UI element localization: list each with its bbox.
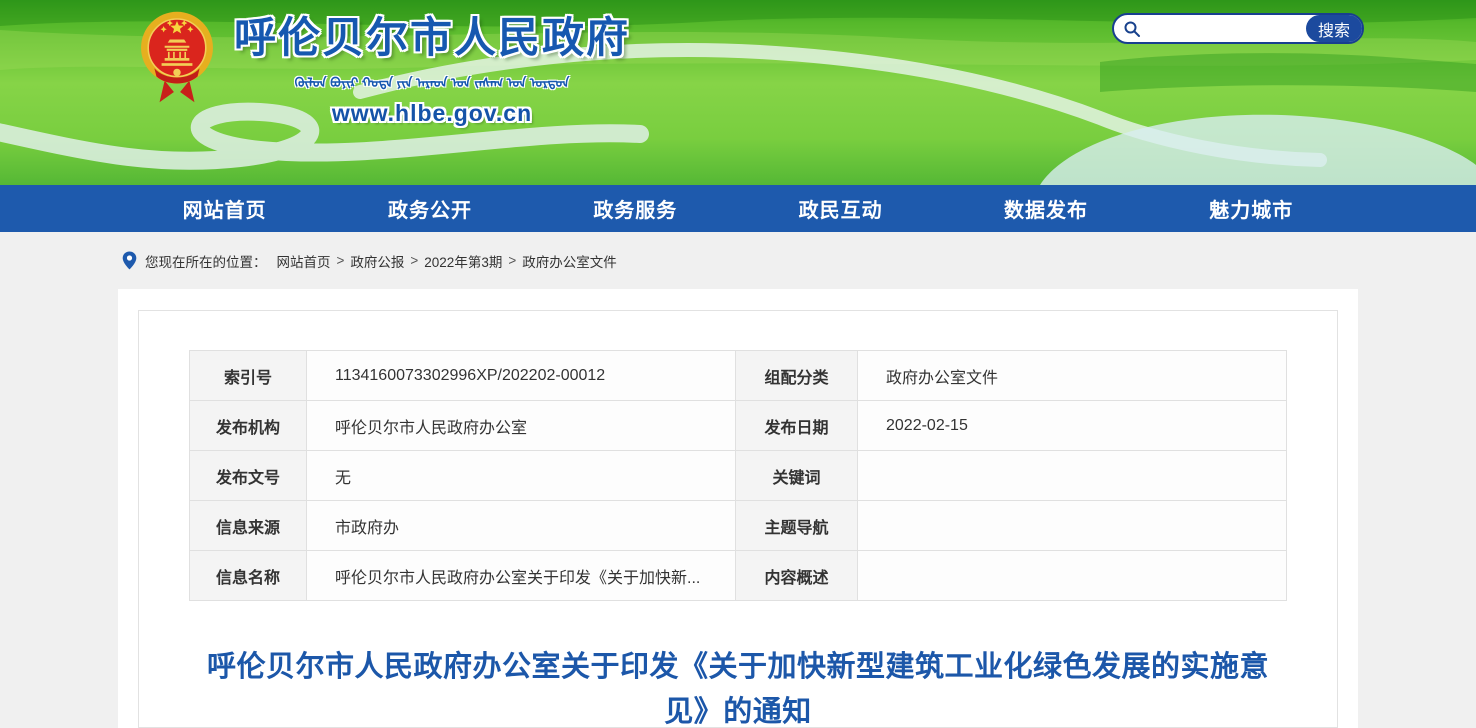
meta-label: 发布日期 bbox=[736, 401, 858, 451]
meta-label: 内容概述 bbox=[736, 551, 858, 601]
meta-value-info-name: 呼伦贝尔市人民政府办公室关于印发《关于加快新... bbox=[307, 551, 736, 601]
meta-value-topic-nav bbox=[858, 501, 1287, 551]
search-box[interactable]: 搜索 bbox=[1112, 13, 1364, 44]
document-panel: 索引号 1134160073302996XP/202202-00012 组配分类… bbox=[138, 310, 1338, 728]
search-button[interactable]: 搜索 bbox=[1306, 15, 1362, 42]
article-title: 呼伦贝尔市人民政府办公室关于印发《关于加快新型建筑工业化绿色发展的实施意见》的通… bbox=[198, 645, 1278, 728]
location-pin-icon bbox=[122, 251, 137, 270]
breadcrumb-prefix: 您现在所在的位置： bbox=[145, 251, 267, 271]
meta-value-source: 市政府办 bbox=[307, 501, 736, 551]
nav-item-home[interactable]: 网站首页 bbox=[122, 185, 327, 232]
site-url: www.hlbe.gov.cn bbox=[222, 100, 642, 127]
meta-value-publish-date: 2022-02-15 bbox=[858, 401, 1287, 451]
meta-value-doc-number: 无 bbox=[307, 451, 736, 501]
meta-label: 索引号 bbox=[190, 351, 307, 401]
header-banner: 呼伦贝尔市人民政府 ᠬᠦᠯᠦᠨ ᠪᠤᠶᠢᠷ ᠬᠣᠲᠠ ᠶᠢᠨ ᠠᠷᠠᠳ ᠤᠨ ᠵ… bbox=[0, 0, 1476, 185]
nav-item-interaction[interactable]: 政民互动 bbox=[738, 185, 943, 232]
meta-value-category: 政府办公室文件 bbox=[858, 351, 1287, 401]
table-row: 索引号 1134160073302996XP/202202-00012 组配分类… bbox=[190, 351, 1287, 401]
meta-label: 关键词 bbox=[736, 451, 858, 501]
meta-value-summary bbox=[858, 551, 1287, 601]
meta-value-index-number: 1134160073302996XP/202202-00012 bbox=[307, 351, 736, 401]
breadcrumb: 您现在所在的位置： 网站首页 > 政府公报 > 2022年第3期 > 政府办公室… bbox=[122, 232, 1354, 289]
breadcrumb-link-gazette[interactable]: 政府公报 bbox=[350, 251, 404, 271]
nav-item-gov-info[interactable]: 政务公开 bbox=[327, 185, 532, 232]
breadcrumb-link-office-docs[interactable]: 政府办公室文件 bbox=[522, 251, 617, 271]
document-meta-table: 索引号 1134160073302996XP/202202-00012 组配分类… bbox=[189, 350, 1287, 601]
meta-label: 信息来源 bbox=[190, 501, 307, 551]
nav-item-city-charm[interactable]: 魅力城市 bbox=[1149, 185, 1354, 232]
site-identity: 呼伦贝尔市人民政府 ᠬᠦᠯᠦᠨ ᠪᠤᠶᠢᠷ ᠬᠣᠲᠠ ᠶᠢᠨ ᠠᠷᠠᠳ ᠤᠨ ᠵ… bbox=[222, 4, 642, 127]
nav-item-gov-services[interactable]: 政务服务 bbox=[533, 185, 738, 232]
search-icon bbox=[1123, 20, 1141, 38]
main-navigation: 网站首页 政务公开 政务服务 政民互动 数据发布 魅力城市 bbox=[0, 185, 1476, 232]
meta-value-publisher: 呼伦贝尔市人民政府办公室 bbox=[307, 401, 736, 451]
nav-item-data-release[interactable]: 数据发布 bbox=[943, 185, 1148, 232]
table-row: 发布文号 无 关键词 bbox=[190, 451, 1287, 501]
meta-label: 发布机构 bbox=[190, 401, 307, 451]
table-row: 信息来源 市政府办 主题导航 bbox=[190, 501, 1287, 551]
content-card: 索引号 1134160073302996XP/202202-00012 组配分类… bbox=[118, 289, 1358, 728]
breadcrumb-separator: > bbox=[410, 253, 418, 268]
breadcrumb-link-home[interactable]: 网站首页 bbox=[277, 251, 331, 271]
meta-label: 组配分类 bbox=[736, 351, 858, 401]
search-input[interactable] bbox=[1141, 21, 1306, 37]
meta-label: 信息名称 bbox=[190, 551, 307, 601]
site-title: 呼伦贝尔市人民政府 bbox=[222, 4, 642, 65]
table-row: 信息名称 呼伦贝尔市人民政府办公室关于印发《关于加快新... 内容概述 bbox=[190, 551, 1287, 601]
meta-label: 主题导航 bbox=[736, 501, 858, 551]
china-national-emblem-icon bbox=[140, 8, 214, 106]
mongolian-script-text: ᠬᠦᠯᠦᠨ ᠪᠤᠶᠢᠷ ᠬᠣᠲᠠ ᠶᠢᠨ ᠠᠷᠠᠳ ᠤᠨ ᠵᠠᠰᠠᠭ ᠤᠨ ᠣᠷ… bbox=[222, 70, 642, 98]
breadcrumb-link-issue[interactable]: 2022年第3期 bbox=[424, 251, 502, 271]
table-row: 发布机构 呼伦贝尔市人民政府办公室 发布日期 2022-02-15 bbox=[190, 401, 1287, 451]
breadcrumb-separator: > bbox=[508, 253, 516, 268]
meta-value-keywords bbox=[858, 451, 1287, 501]
breadcrumb-separator: > bbox=[337, 253, 345, 268]
meta-label: 发布文号 bbox=[190, 451, 307, 501]
